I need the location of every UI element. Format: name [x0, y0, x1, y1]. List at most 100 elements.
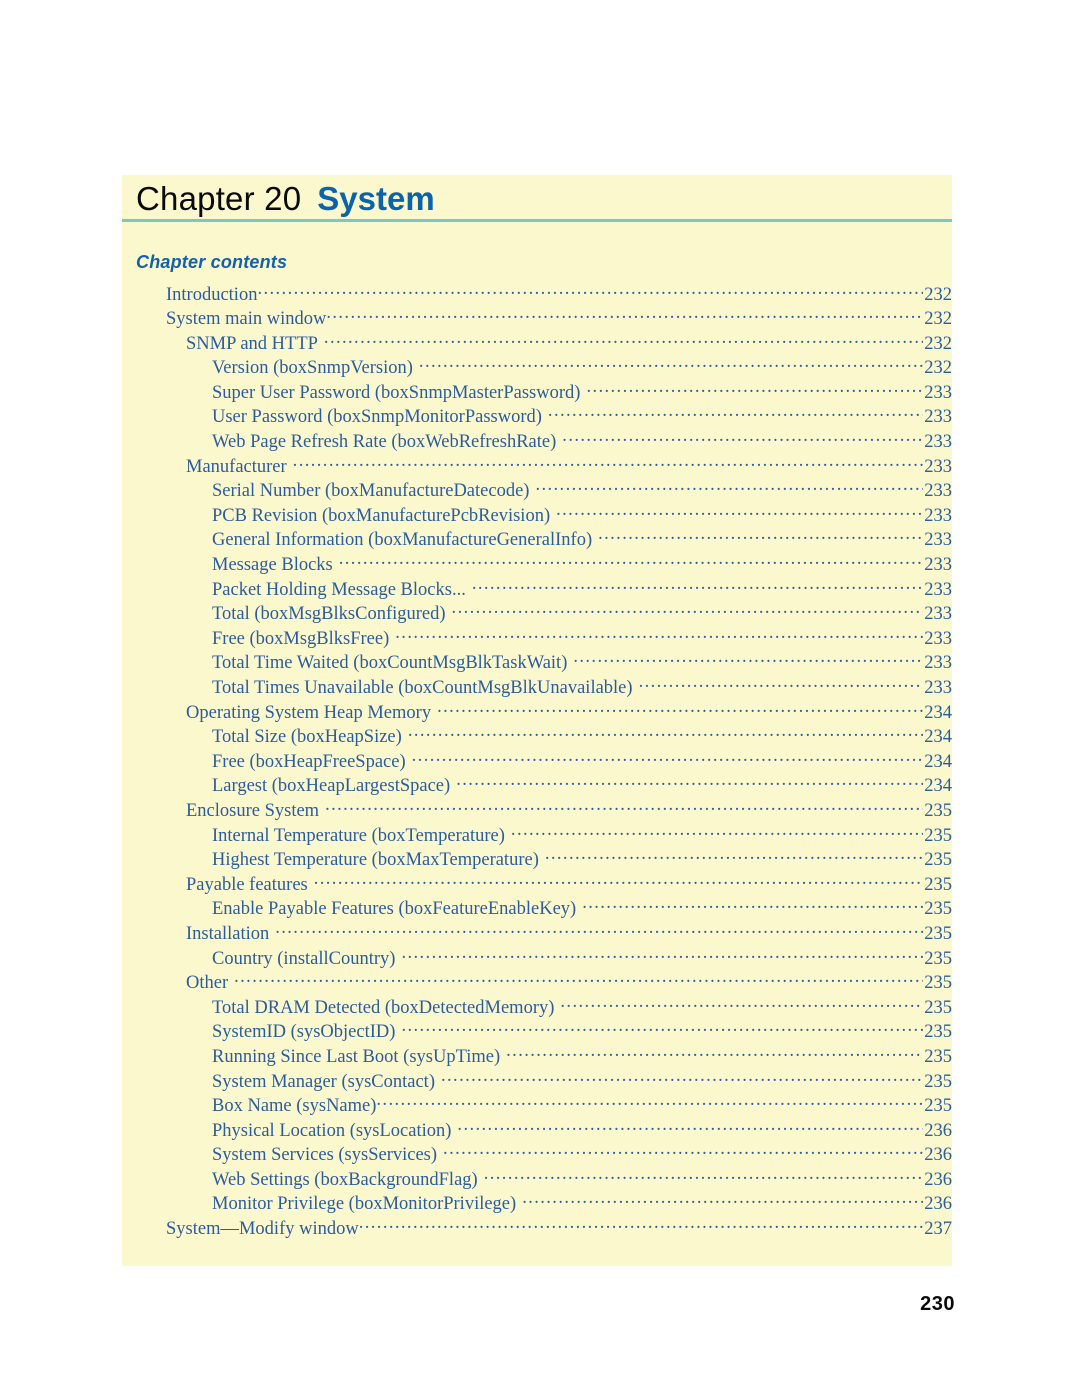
toc-entry-page-number: 233	[924, 407, 952, 428]
toc-dot-leader	[472, 576, 923, 595]
toc-entry-page-number: 233	[924, 604, 952, 625]
toc-dot-leader	[324, 330, 923, 349]
toc-entry-page-number: 233	[924, 628, 952, 649]
toc-entry-page-number: 234	[924, 702, 952, 723]
toc-entry-label: Physical Location (sysLocation)	[212, 1120, 452, 1141]
toc-entry[interactable]: Highest Temperature (boxMaxTemperature) 2…	[122, 847, 952, 872]
toc-entry[interactable]: System—Modify window 237	[122, 1216, 952, 1241]
toc-entry[interactable]: System Manager (sysContact) 235	[122, 1068, 952, 1093]
toc-entry-label: Other	[186, 973, 229, 994]
toc-entry[interactable]: Serial Number (boxManufactureDatecode) 23…	[122, 478, 952, 503]
toc-entry[interactable]: Other 235	[122, 970, 952, 995]
toc-entry[interactable]: Version (boxSnmpVersion) 232	[122, 355, 952, 380]
toc-entry[interactable]: System Services (sysServices) 236	[122, 1142, 952, 1167]
toc-entry-page-number: 235	[924, 850, 952, 871]
toc-entry-label: Operating System Heap Memory	[186, 702, 432, 723]
toc-entry[interactable]: Message Blocks 233	[122, 552, 952, 577]
toc-entry[interactable]: Total Time Waited (boxCountMsgBlkTaskWai…	[122, 650, 952, 675]
toc-dot-leader	[535, 478, 923, 497]
toc-entry-page-number: 235	[924, 948, 952, 969]
chapter-label: Chapter 20	[136, 180, 302, 217]
toc-entry[interactable]: Operating System Heap Memory 234	[122, 699, 952, 724]
toc-entry-page-number: 235	[924, 800, 952, 821]
toc-entry[interactable]: SNMP and HTTP 232	[122, 330, 952, 355]
toc-entry-label: Internal Temperature (boxTemperature)	[212, 825, 505, 846]
toc-entry[interactable]: Manufacturer 233	[122, 453, 952, 478]
toc-dot-leader	[598, 527, 923, 546]
toc-entry[interactable]: Payable features 235	[122, 871, 952, 896]
toc-dot-leader	[359, 1216, 924, 1235]
toc-entry-label: SNMP and HTTP	[186, 333, 318, 354]
toc-dot-leader	[326, 306, 923, 325]
toc-entry-page-number: 236	[924, 1194, 952, 1215]
toc-entry[interactable]: Total (boxMsgBlksConfigured) 233	[122, 601, 952, 626]
toc-entry-label: Total DRAM Detected (boxDetectedMemory)	[212, 997, 555, 1018]
toc-entry[interactable]: User Password (boxSnmpMonitorPassword) 23…	[122, 404, 952, 429]
chapter-contents-heading: Chapter contents	[136, 252, 288, 272]
toc-entry-label: Message Blocks	[212, 555, 333, 576]
toc-entry-label: Serial Number (boxManufactureDatecode)	[212, 481, 530, 502]
toc-entry[interactable]: Enable Payable Features (boxFeatureEnabl…	[122, 896, 952, 921]
toc-dot-leader	[556, 502, 923, 521]
toc-entry[interactable]: Super User Password (boxSnmpMasterPasswo…	[122, 379, 952, 404]
toc-entry-label: System Manager (sysContact)	[212, 1071, 435, 1092]
toc-entry[interactable]: Introduction 232	[122, 281, 952, 306]
toc-entry-page-number: 233	[924, 505, 952, 526]
toc-dot-leader	[582, 896, 923, 915]
toc-entry-label: Monitor Privilege (boxMonitorPrivilege)	[212, 1194, 517, 1215]
toc-entry[interactable]: System main window 232	[122, 306, 952, 331]
toc-entry[interactable]: Total Size (boxHeapSize) 234	[122, 724, 952, 749]
toc-entry-page-number: 232	[924, 333, 952, 354]
toc-entry[interactable]: Free (boxHeapFreeSpace) 234	[122, 748, 952, 773]
toc-entry[interactable]: Packet Holding Message Blocks... 233	[122, 576, 952, 601]
toc-dot-leader	[506, 1043, 923, 1062]
toc-entry[interactable]: Country (installCountry) 235	[122, 945, 952, 970]
toc-dot-leader	[376, 1093, 923, 1112]
toc-entry[interactable]: PCB Revision (boxManufacturePcbRevision)…	[122, 502, 952, 527]
toc-entry-label: Total Times Unavailable (boxCountMsgBlkU…	[212, 678, 633, 698]
toc-dot-leader	[545, 847, 923, 866]
toc-entry-label: Web Settings (boxBackgroundFlag)	[212, 1169, 478, 1190]
toc-entry[interactable]: Web Settings (boxBackgroundFlag) 236	[122, 1166, 952, 1191]
toc-entry-label: System—Modify window	[166, 1219, 359, 1240]
page-number: 230	[920, 1293, 955, 1315]
toc-dot-leader	[257, 281, 923, 300]
toc-entry[interactable]: Total DRAM Detected (boxDetectedMemory) 2…	[122, 994, 952, 1019]
toc-entry[interactable]: Internal Temperature (boxTemperature) 235	[122, 822, 952, 847]
toc-dot-leader	[443, 1142, 923, 1161]
toc-entry[interactable]: Enclosure System 235	[122, 797, 952, 822]
toc-entry[interactable]: Total Times Unavailable (boxCountMsgBlkU…	[122, 675, 952, 700]
toc-entry-page-number: 235	[924, 899, 952, 920]
toc-entry[interactable]: Physical Location (sysLocation) 236	[122, 1117, 952, 1142]
toc-entry-label: Web Page Refresh Rate (boxWebRefreshRate…	[212, 432, 557, 453]
toc-dot-leader	[522, 1191, 923, 1210]
toc-entry-page-number: 234	[924, 776, 952, 797]
toc-entry-label: Running Since Last Boot (sysUpTime)	[212, 1046, 501, 1067]
toc-entry-label: Total (boxMsgBlksConfigured)	[212, 604, 446, 625]
toc-dot-leader	[484, 1166, 924, 1185]
toc-dot-leader	[412, 748, 924, 767]
toc-entry[interactable]: Installation 235	[122, 920, 952, 945]
toc-entry-page-number: 235	[924, 874, 952, 895]
toc-dot-leader	[511, 822, 923, 841]
toc-entry[interactable]: Web Page Refresh Rate (boxWebRefreshRate…	[122, 429, 952, 454]
toc-entry[interactable]: General Information (boxManufactureGener…	[122, 527, 952, 552]
toc-entry[interactable]: SystemID (sysObjectID) 235	[122, 1019, 952, 1044]
toc-entry[interactable]: Running Since Last Boot (sysUpTime) 235	[122, 1043, 952, 1068]
toc-entry[interactable]: Free (boxMsgBlksFree) 233	[122, 625, 952, 650]
toc-dot-leader	[639, 675, 924, 694]
toc-dot-leader	[560, 994, 923, 1013]
toc-entry-page-number: 235	[924, 1071, 952, 1092]
toc-entry-page-number: 235	[924, 973, 952, 994]
toc-entry-label: Introduction	[166, 284, 258, 305]
toc-entry-label: Largest (boxHeapLargestSpace)	[212, 776, 451, 797]
toc-entry[interactable]: Box Name (sysName) 235	[122, 1093, 952, 1118]
toc-entry[interactable]: Largest (boxHeapLargestSpace) 234	[122, 773, 952, 798]
toc-entry-page-number: 235	[924, 997, 952, 1018]
toc-entry-label: Packet Holding Message Blocks...	[212, 579, 466, 600]
toc-entry[interactable]: Monitor Privilege (boxMonitorPrivilege) 2…	[122, 1191, 952, 1216]
toc-entry-page-number: 233	[924, 555, 952, 576]
toc-dot-leader	[457, 1117, 923, 1136]
toc-dot-leader	[408, 724, 923, 743]
toc-entry-page-number: 236	[924, 1169, 952, 1190]
